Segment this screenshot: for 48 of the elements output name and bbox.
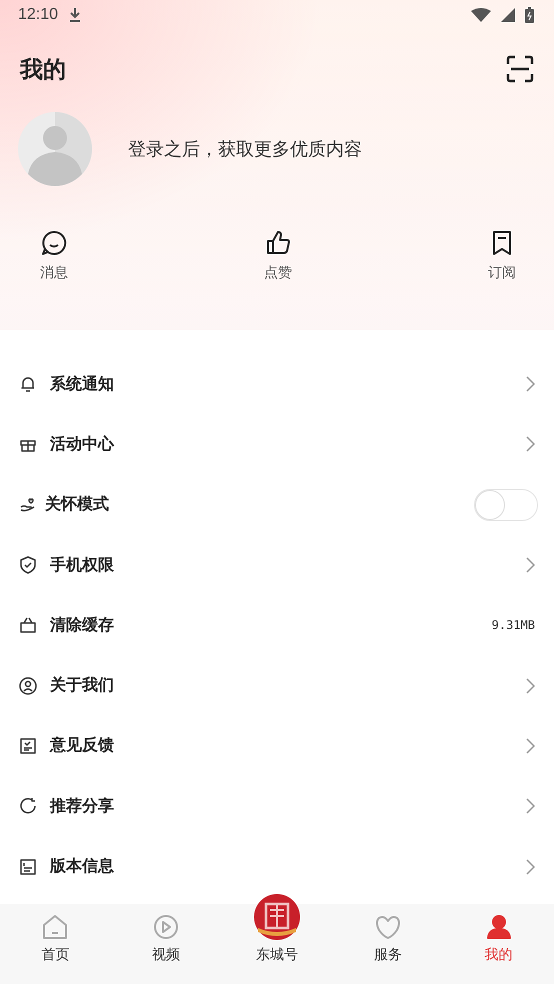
login-prompt[interactable]: 登录之后，获取更多优质内容 <box>128 137 362 161</box>
settings-row[interactable]: 推荐分享 <box>0 776 554 836</box>
chevron-icon <box>526 798 535 814</box>
document-icon <box>19 736 37 755</box>
hand-heart-icon <box>19 496 37 514</box>
toggle-switch[interactable] <box>474 488 538 521</box>
heart-icon <box>374 914 401 940</box>
settings-row[interactable]: 手机权限 <box>0 534 554 596</box>
page-title: 我的 <box>20 56 66 84</box>
nav-tab[interactable]: 首页 <box>15 904 96 984</box>
play-circle-icon <box>153 914 180 940</box>
nav-tab[interactable]: 视频 <box>126 904 206 984</box>
chevron-icon <box>526 738 535 754</box>
chevron-icon <box>526 376 535 392</box>
scan-icon[interactable] <box>506 55 534 83</box>
download-icon <box>68 7 82 23</box>
chevron-icon <box>526 858 535 875</box>
refresh-icon <box>19 797 37 816</box>
avatar-icon[interactable] <box>18 112 92 186</box>
quick-action[interactable]: 点赞 <box>264 230 292 282</box>
settings-row[interactable]: 清除缓存 9.31MB <box>0 595 554 656</box>
bell-icon <box>19 375 37 394</box>
cache-size: 9.31MB <box>492 618 535 632</box>
settings-row[interactable]: 意见反馈 <box>0 716 554 776</box>
wifi-icon <box>471 8 491 22</box>
chevron-icon <box>526 557 535 574</box>
settings-row[interactable]: 关怀模式 <box>0 474 554 535</box>
basket-icon <box>19 616 37 634</box>
shield-icon <box>19 556 37 574</box>
home-icon <box>42 914 68 940</box>
signal-icon <box>501 8 515 22</box>
list-icon <box>19 858 37 876</box>
battery-icon <box>525 7 534 23</box>
emblem-icon <box>254 894 300 940</box>
thumbs-up-icon <box>265 230 291 256</box>
face-icon <box>19 676 37 695</box>
quick-action[interactable]: 订阅 <box>488 230 516 282</box>
settings-row[interactable]: 系统通知 <box>0 354 554 414</box>
chevron-icon <box>526 436 535 452</box>
nav-tab[interactable]: 服务 <box>348 904 428 984</box>
settings-row[interactable]: 关于我们 <box>0 655 554 716</box>
quick-action[interactable]: 消息 <box>40 230 68 282</box>
chat-bubble-icon <box>41 230 67 256</box>
status-time: 12:10 <box>18 6 58 24</box>
settings-row[interactable]: 活动中心 <box>0 414 554 475</box>
nav-tab[interactable]: 我的 <box>458 904 539 984</box>
person-icon <box>486 914 512 940</box>
chevron-icon <box>526 678 535 694</box>
